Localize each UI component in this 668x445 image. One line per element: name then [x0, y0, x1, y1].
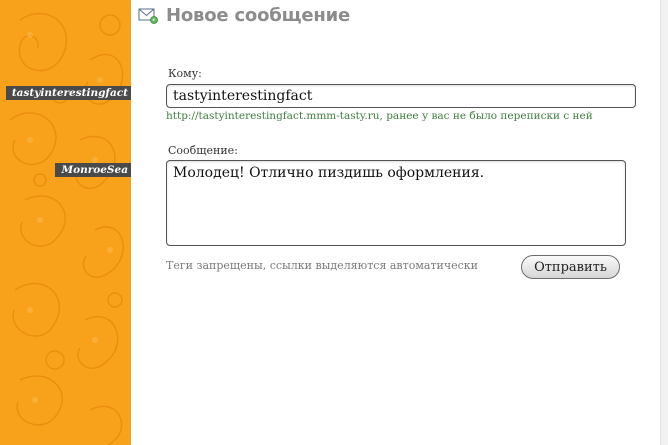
paisley-pattern [9, 12, 124, 445]
sidebar-user-tag[interactable]: MonroeSea [55, 163, 131, 177]
recipient-input[interactable] [166, 84, 636, 108]
formatting-note: Теги запрещены, ссылки выделяются автома… [166, 259, 479, 272]
message-label: Сообщение: [168, 144, 238, 157]
send-button[interactable]: Отправить [521, 255, 620, 279]
page-title: Новое сообщение [166, 4, 350, 26]
sidebar-paisley-background: tastyinterestingfact MonroeSea [0, 0, 131, 445]
sidebar-user-tag[interactable]: tastyinterestingfact [5, 86, 131, 100]
page-header: Новое сообщение [138, 4, 350, 26]
message-textarea[interactable]: Молодец! Отлично пиздишь оформления. [166, 160, 626, 246]
envelope-icon [138, 6, 158, 24]
scrollbar-track[interactable] [660, 0, 668, 445]
recipient-label: Кому: [168, 67, 202, 80]
recipient-hint[interactable]: http://tastyinterestingfact.mmm-tasty.ru… [166, 110, 593, 122]
